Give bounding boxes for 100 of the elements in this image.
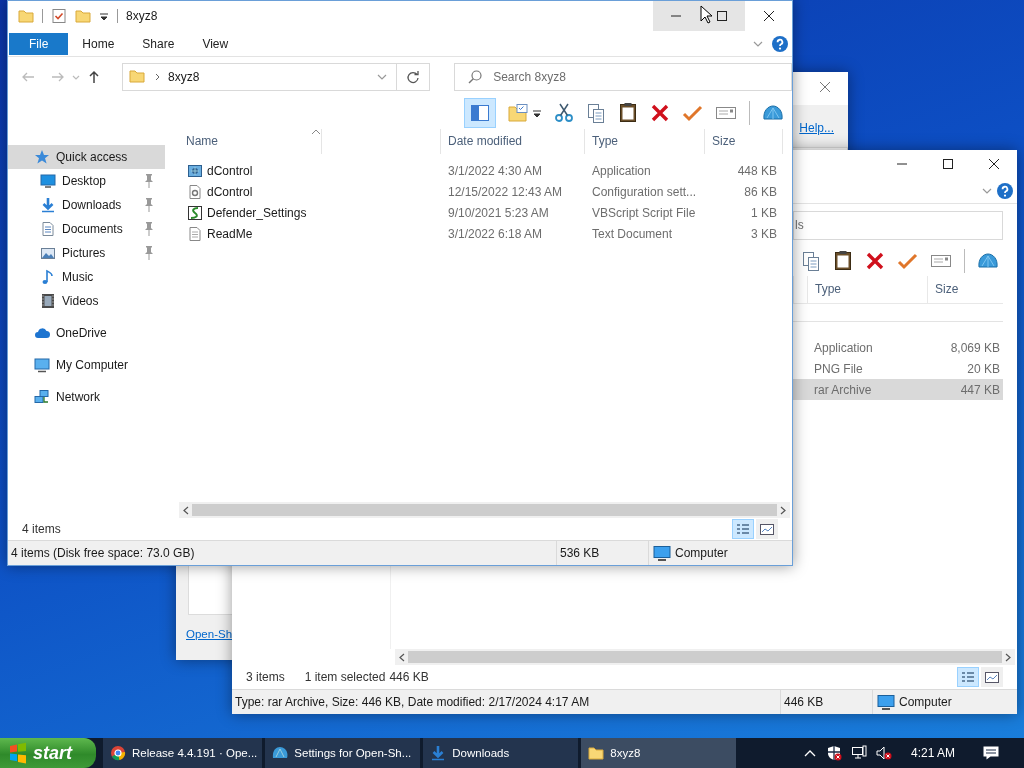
file-row[interactable]: PNG File 20 KB — [793, 358, 1003, 379]
large-icons-view-icon — [759, 522, 775, 536]
dropdown-icon[interactable] — [532, 108, 542, 118]
start-button[interactable]: start — [0, 738, 96, 768]
computer-icon — [653, 545, 671, 561]
taskbar-button[interactable]: Settings for Open-Sh... — [265, 738, 421, 768]
file-name: dControl — [207, 184, 253, 199]
checkmark-icon[interactable] — [682, 103, 703, 123]
shell-icon[interactable] — [977, 251, 999, 271]
file-size: 3 KB — [750, 226, 778, 241]
security-shield-icon[interactable] — [825, 745, 842, 761]
copy-icon[interactable] — [586, 103, 606, 123]
taskbar-button[interactable]: Release 4.4.191 · Ope... — [103, 738, 263, 768]
help-icon[interactable] — [772, 35, 788, 52]
ribbon-tab[interactable]: Share — [128, 32, 189, 55]
file-row[interactable]: Application 8,069 KB — [793, 337, 1003, 358]
file-type: Configuration sett... — [591, 184, 698, 199]
delete-icon[interactable] — [650, 103, 670, 123]
desktop-icon — [40, 173, 56, 189]
search-field[interactable]: ls — [793, 210, 1003, 240]
scroll-right-icon[interactable] — [779, 504, 787, 516]
clock[interactable]: 4:21 AM — [910, 746, 955, 760]
file-name: Defender_Settings — [207, 205, 307, 220]
column-header[interactable]: Type — [807, 276, 927, 303]
column-header[interactable]: Name — [179, 129, 441, 154]
sidebar-item[interactable]: Music — [8, 265, 165, 289]
file-type: PNG File — [813, 361, 864, 376]
sidebar-item[interactable]: My Computer — [8, 353, 165, 377]
sidebar-item[interactable]: Network — [8, 385, 165, 409]
sidebar-item[interactable]: OneDrive — [8, 321, 165, 345]
file-row[interactable]: dControl 12/15/2022 12:43 AM Configuration sett... 86 KB — [179, 181, 792, 202]
checkmark-icon[interactable] — [897, 251, 918, 271]
refresh-icon[interactable] — [405, 69, 422, 85]
file-type: Application — [813, 340, 874, 355]
file-row[interactable]: rar Archive 447 KB — [793, 379, 1003, 400]
sidebar-item[interactable]: Videos — [8, 289, 165, 313]
search-field[interactable]: Search 8xyz8 — [454, 63, 792, 91]
maximize-icon — [714, 8, 730, 24]
download-icon — [40, 197, 56, 213]
picture-icon — [40, 245, 56, 261]
copy-icon[interactable] — [801, 251, 821, 271]
file-type: Application — [591, 163, 652, 178]
cloud-icon — [34, 325, 50, 341]
file-row[interactable]: dControl 3/1/2022 4:30 AM Application 448 KB — [179, 160, 792, 181]
download-icon — [430, 745, 447, 761]
sidebar-item[interactable]: Desktop — [8, 169, 165, 193]
computer-icon — [34, 357, 50, 373]
sidebar-item[interactable]: Downloads — [8, 193, 165, 217]
volume-muted-icon[interactable] — [875, 745, 892, 761]
taskbar-button[interactable]: 8xyz8 — [581, 738, 737, 768]
sidebar-item[interactable]: Documents — [8, 217, 165, 241]
dropdown-icon[interactable] — [99, 11, 109, 21]
address-bar[interactable]: 8xyz8 — [122, 63, 431, 91]
browser-icon — [110, 745, 126, 761]
minimize-icon — [671, 15, 681, 17]
column-header[interactable]: Size — [927, 276, 1003, 303]
music-note-icon — [40, 269, 56, 285]
website-link[interactable]: Open-Sh — [186, 628, 233, 640]
cut-icon[interactable] — [554, 103, 574, 123]
file-menu-button[interactable]: File — [9, 32, 69, 55]
scroll-left-icon[interactable] — [398, 651, 406, 663]
file-row[interactable]: ReadMe 3/1/2022 6:18 AM Text Document 3 KB — [179, 223, 792, 244]
script-file-icon — [187, 204, 203, 221]
text-file-icon — [187, 225, 203, 242]
minimize-icon — [897, 163, 907, 165]
folder-icon — [588, 745, 605, 761]
scroll-right-icon[interactable] — [1004, 651, 1012, 663]
horizontal-scrollbar[interactable] — [395, 649, 1015, 665]
column-header[interactable]: Date modified — [441, 129, 585, 154]
view-button[interactable] — [756, 519, 778, 539]
ribbon-tab[interactable]: View — [188, 32, 243, 55]
view-button[interactable] — [981, 667, 1003, 687]
clipboard-icon[interactable] — [833, 250, 853, 272]
shell-icon — [272, 745, 289, 761]
horizontal-scrollbar[interactable] — [179, 502, 790, 518]
properties-icon[interactable] — [51, 8, 67, 24]
column-header[interactable]: Type — [585, 129, 705, 154]
close-icon — [817, 79, 833, 95]
clipboard-icon[interactable] — [618, 102, 638, 124]
maximize-button[interactable] — [699, 1, 745, 31]
taskbar-button[interactable]: Downloads — [423, 738, 579, 768]
network-icon[interactable] — [850, 745, 867, 761]
help-icon[interactable] — [997, 182, 1013, 199]
file-row[interactable]: Defender_Settings 9/10/2021 5:23 AM VBScript Script File 1 KB — [179, 202, 792, 223]
sidebar-item[interactable]: Pictures — [8, 241, 165, 265]
file-size: 86 KB — [743, 184, 778, 199]
column-header[interactable]: Size — [705, 129, 783, 154]
scrollbar-thumb[interactable] — [192, 504, 777, 516]
help-link[interactable]: Help... — [799, 121, 834, 135]
notification-icon[interactable] — [982, 744, 1000, 762]
shell-icon[interactable] — [762, 103, 784, 123]
scroll-left-icon[interactable] — [182, 504, 190, 516]
scrollbar-thumb[interactable] — [408, 651, 1002, 663]
status-text: Type: rar Archive, Size: 446 KB, Date modified: 2/17/2024 4:17 AM — [234, 695, 591, 709]
navigation-pane-button[interactable] — [464, 98, 496, 128]
sidebar-item[interactable]: Quick access — [8, 145, 165, 169]
maximize-icon — [940, 156, 956, 172]
breadcrumb[interactable]: 8xyz8 — [168, 70, 369, 84]
ribbon-tab[interactable]: Home — [68, 32, 129, 55]
delete-icon[interactable] — [865, 251, 885, 271]
